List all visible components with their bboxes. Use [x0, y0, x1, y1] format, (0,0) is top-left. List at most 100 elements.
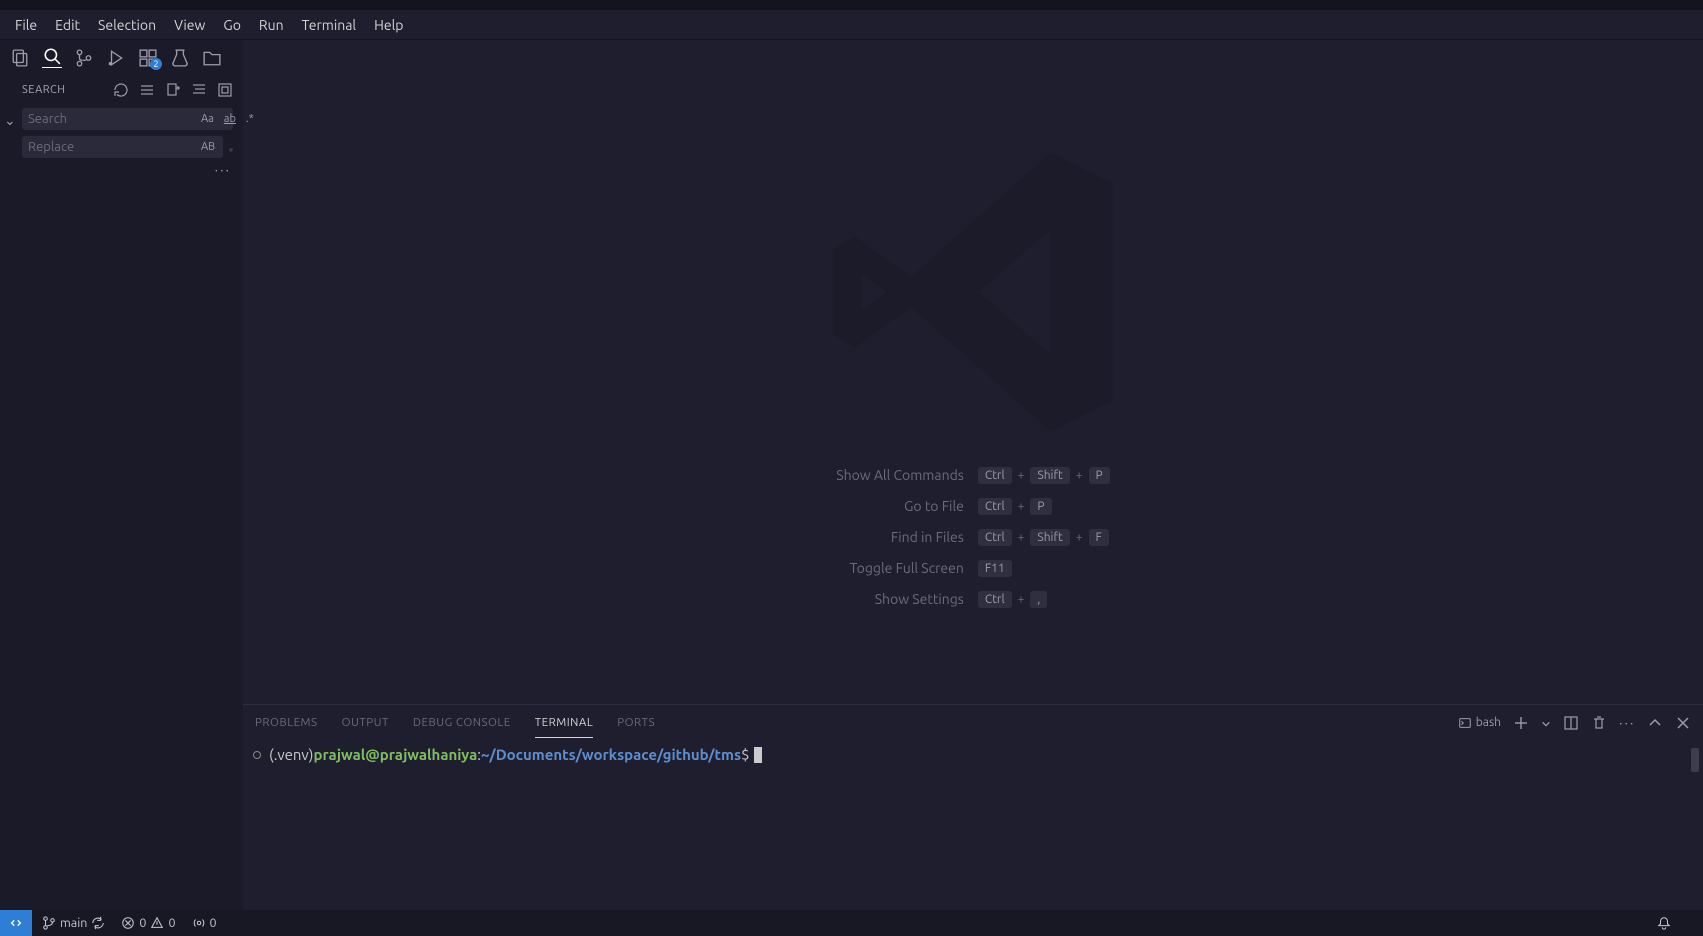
menu-run[interactable]: Run — [250, 14, 293, 36]
tab-ports[interactable]: PORTS — [617, 708, 655, 738]
key: , — [1030, 591, 1047, 608]
search-more-options[interactable]: ··· — [0, 158, 243, 182]
status-notifications[interactable] — [1657, 916, 1671, 930]
search-input[interactable] — [28, 112, 199, 126]
errors-count: 0 — [139, 916, 146, 930]
sync-icon — [91, 916, 105, 930]
plus: + — [1076, 469, 1083, 482]
remote-button[interactable] — [0, 910, 32, 936]
split-terminal-icon[interactable] — [1563, 715, 1579, 731]
status-branch[interactable]: main — [42, 916, 105, 930]
menu-file[interactable]: File — [6, 14, 46, 36]
source-control-icon[interactable] — [74, 48, 94, 68]
extensions-badge: 2 — [150, 58, 162, 70]
terminal-line: (.venv) prajwal@prajwalhaniya : ~/Docume… — [253, 746, 1693, 763]
menu-go[interactable]: Go — [214, 14, 249, 36]
terminal-path: ~/Documents/workspace/github/tms — [481, 746, 741, 763]
plus: + — [1018, 593, 1025, 606]
shortcut-keys: Ctrl + Shift + P — [978, 467, 1110, 484]
refresh-icon[interactable] — [113, 82, 129, 98]
collapse-icon[interactable] — [217, 82, 233, 98]
editor-area: Show All Commands Ctrl + Shift + P Go to… — [243, 40, 1703, 910]
status-problems[interactable]: 0 0 — [121, 916, 175, 930]
shortcut-label: Toggle Full Screen — [836, 560, 964, 576]
warnings-count: 0 — [168, 916, 175, 930]
shortcut-keys: Ctrl + Shift + F — [978, 529, 1110, 546]
menu-help[interactable]: Help — [365, 14, 412, 36]
shortcut-keys: Ctrl + , — [978, 591, 1110, 608]
key: Ctrl — [978, 529, 1012, 546]
bell-icon — [1657, 916, 1671, 930]
menu-terminal[interactable]: Terminal — [293, 14, 366, 36]
shortcuts-list: Show All Commands Ctrl + Shift + P Go to… — [836, 467, 1109, 608]
close-panel-icon[interactable] — [1675, 715, 1691, 731]
terminal-scrollbar[interactable] — [1691, 748, 1699, 772]
search-title: SEARCH — [22, 84, 65, 96]
replace-input[interactable] — [28, 140, 199, 154]
activity-bar: 2 — [0, 40, 243, 76]
plus: + — [1018, 500, 1025, 513]
folder-icon[interactable] — [202, 48, 222, 68]
more-icon[interactable]: ··· — [1619, 715, 1635, 731]
terminal-dropdown-icon[interactable] — [1541, 715, 1551, 731]
warning-icon — [150, 916, 164, 930]
run-debug-icon[interactable] — [106, 48, 126, 68]
key: Shift — [1030, 467, 1069, 484]
terminal-user-host: prajwal@prajwalhaniya — [313, 746, 477, 763]
terminal-status-icon — [253, 751, 261, 759]
error-icon — [121, 916, 135, 930]
match-case-icon[interactable]: Aa — [199, 112, 216, 126]
window-top-gutter — [0, 0, 1703, 10]
trash-icon[interactable] — [1591, 715, 1607, 731]
broadcast-icon — [192, 916, 206, 930]
extensions-icon[interactable]: 2 — [138, 48, 158, 68]
tab-debug-console[interactable]: DEBUG CONSOLE — [413, 708, 511, 738]
search-fields: ⌄ Aa ab .* AB — [0, 104, 243, 158]
terminal-prompt: $ — [741, 746, 749, 763]
new-terminal-icon[interactable] — [1513, 715, 1529, 731]
toggle-replace-chevron-icon[interactable]: ⌄ — [4, 112, 16, 129]
plus: + — [1076, 531, 1083, 544]
key: Shift — [1030, 529, 1069, 546]
key: Ctrl — [978, 591, 1012, 608]
menu-view[interactable]: View — [165, 14, 214, 36]
terminal-shell-name[interactable]: bash — [1458, 716, 1501, 730]
clear-icon[interactable] — [139, 82, 155, 98]
replace-all-icon[interactable] — [229, 138, 233, 156]
new-file-icon[interactable] — [165, 82, 181, 98]
search-icon[interactable] — [42, 48, 62, 68]
tab-output[interactable]: OUTPUT — [342, 708, 389, 738]
plus: + — [1018, 531, 1025, 544]
match-word-icon[interactable]: ab — [222, 112, 238, 126]
menu-selection[interactable]: Selection — [89, 14, 165, 36]
key: P — [1089, 467, 1110, 484]
key: F11 — [978, 560, 1012, 577]
shortcut-label: Go to File — [836, 498, 964, 514]
shortcut-label: Find in Files — [836, 529, 964, 545]
replace-input-wrap[interactable]: AB — [22, 136, 223, 158]
maximize-panel-icon[interactable] — [1647, 715, 1663, 731]
statusbar: main 0 0 0 — [0, 910, 1703, 936]
testing-icon[interactable] — [170, 48, 190, 68]
view-mode-icon[interactable] — [191, 82, 207, 98]
explorer-icon[interactable] — [10, 48, 30, 68]
main-area: 2 SEARCH — [0, 40, 1703, 910]
shortcut-keys: Ctrl + P — [978, 498, 1110, 515]
search-panel-header: SEARCH — [0, 76, 243, 104]
shell-label: bash — [1476, 716, 1501, 729]
search-input-wrap[interactable]: Aa ab .* — [22, 108, 233, 130]
tab-terminal[interactable]: TERMINAL — [535, 708, 594, 738]
key: Ctrl — [978, 498, 1012, 515]
shortcut-label: Show All Commands — [836, 467, 964, 483]
tab-problems[interactable]: PROBLEMS — [255, 708, 318, 738]
status-ports[interactable]: 0 — [192, 916, 217, 930]
ports-count: 0 — [210, 916, 217, 930]
panel-tabs: PROBLEMS OUTPUT DEBUG CONSOLE TERMINAL P… — [243, 705, 1703, 740]
terminal-body[interactable]: (.venv) prajwal@prajwalhaniya : ~/Docume… — [243, 740, 1703, 910]
shortcut-label: Show Settings — [836, 591, 964, 607]
menu-edit[interactable]: Edit — [46, 14, 89, 36]
plus: + — [1018, 469, 1025, 482]
key: Ctrl — [978, 467, 1012, 484]
preserve-case-icon[interactable]: AB — [199, 140, 217, 154]
key: F — [1089, 529, 1109, 546]
